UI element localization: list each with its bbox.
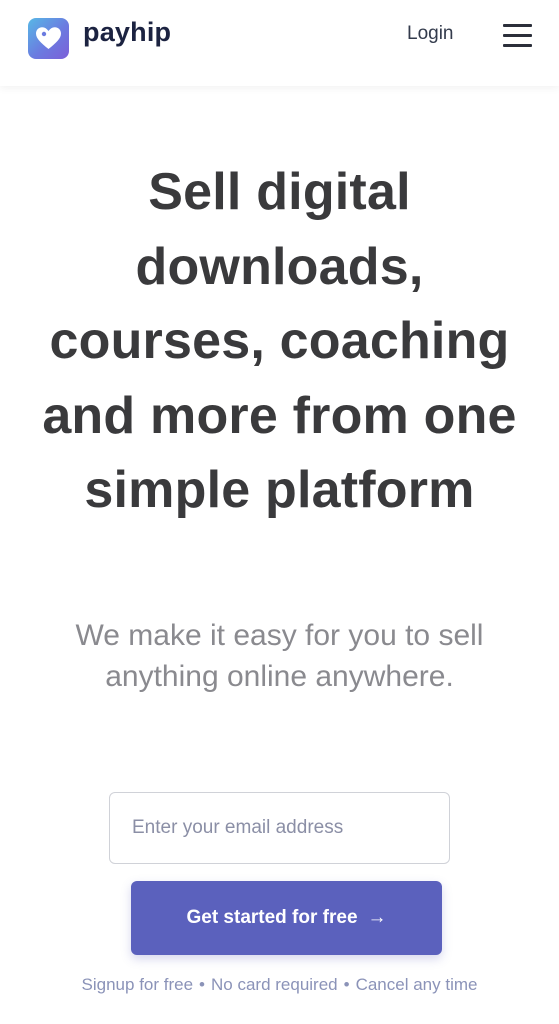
- hero-subtitle: We make it easy for you to sell anything…: [75, 619, 484, 693]
- trust-line: Signup for free • No card required • Cancel …: [0, 975, 559, 995]
- heart-tag-icon: [36, 27, 61, 49]
- login-link[interactable]: Login: [407, 23, 454, 45]
- arrow-right-icon: →: [367, 907, 387, 928]
- hero-title: Sell digital downloads, courses, coachin…: [42, 163, 517, 519]
- hamburger-menu-icon[interactable]: [503, 23, 532, 48]
- brand-name[interactable]: payhip: [83, 17, 171, 48]
- separator-dot: •: [343, 975, 350, 994]
- separator-dot: •: [199, 975, 205, 994]
- site-header: payhip Login: [0, 0, 559, 86]
- trust-item-signup: Signup for free: [81, 975, 194, 994]
- payhip-logo-icon[interactable]: [28, 18, 69, 59]
- cta-label: Get started for free: [186, 907, 358, 928]
- trust-item-no-card: No card required: [211, 975, 338, 994]
- get-started-button[interactable]: Get started for free →: [131, 881, 442, 955]
- trust-item-cancel: Cancel any time: [355, 975, 478, 994]
- email-field[interactable]: [109, 792, 450, 864]
